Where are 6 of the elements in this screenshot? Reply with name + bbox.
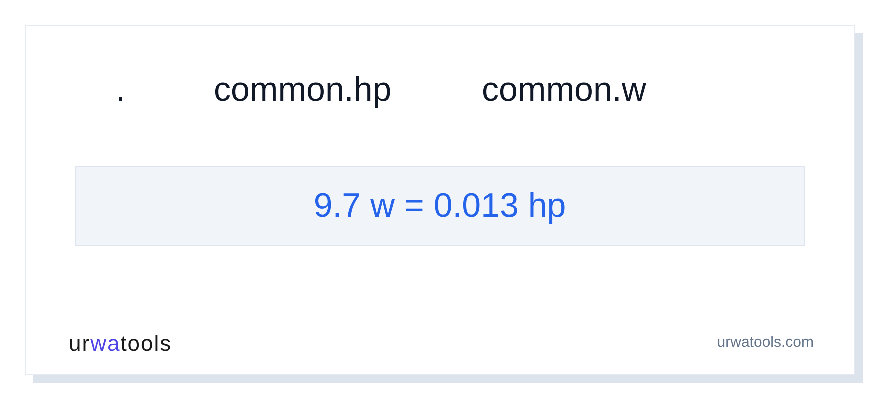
site-url: urwatools.com [717,333,814,354]
column-heading: common.w [482,70,646,108]
column-heading: common.hp [214,70,392,108]
column-heading: . [116,70,126,108]
result-text: 9.7 w = 0.013 hp [314,186,566,226]
logo: urwatools [69,330,172,358]
